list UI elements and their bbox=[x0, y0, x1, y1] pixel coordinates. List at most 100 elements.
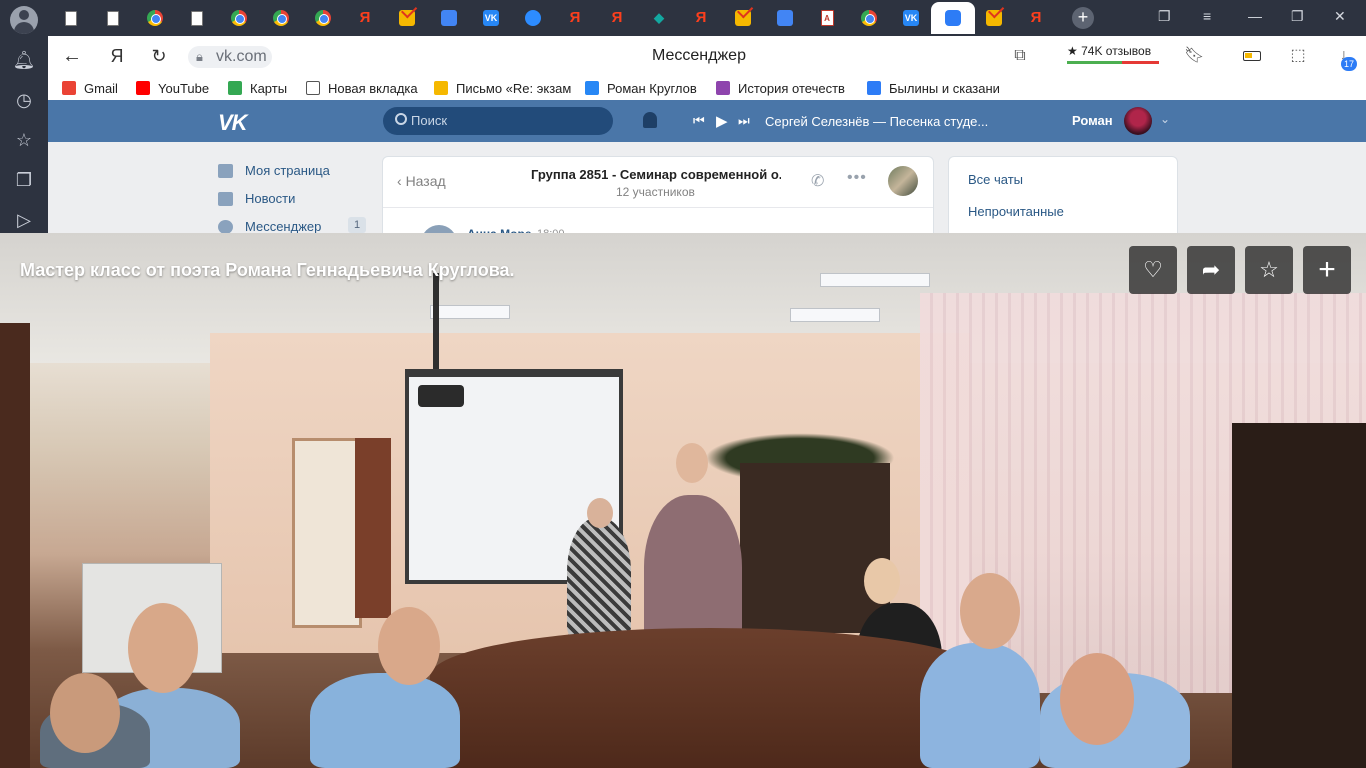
copy-icon[interactable]: ⧉ bbox=[1010, 46, 1030, 66]
more-options-icon[interactable]: ••• bbox=[847, 169, 867, 187]
vk-logo[interactable]: VK bbox=[218, 110, 248, 136]
browser-tab[interactable] bbox=[183, 4, 211, 32]
filter-all-chats[interactable]: Все чаты bbox=[968, 172, 1023, 187]
photo-cabinet bbox=[1232, 423, 1366, 768]
bell-icon[interactable]: 🔔︎ bbox=[12, 48, 36, 72]
browser-tab[interactable]: A bbox=[813, 4, 841, 32]
back-button[interactable]: ‹ Назад bbox=[397, 173, 446, 189]
share-button[interactable]: ➦ bbox=[1187, 246, 1235, 294]
favorite-button[interactable]: ☆ bbox=[1245, 246, 1293, 294]
bookmark-label: Новая вкладка bbox=[328, 80, 418, 96]
chevron-down-icon[interactable]: ⌄ bbox=[1160, 112, 1170, 126]
downloads-count-badge: 17 bbox=[1341, 57, 1357, 71]
browser-tab[interactable] bbox=[267, 4, 295, 32]
browser-tab[interactable]: Я bbox=[561, 4, 589, 32]
browser-tab[interactable]: ◆ bbox=[645, 4, 673, 32]
browser-tab[interactable]: VK bbox=[477, 4, 505, 32]
notifications-icon[interactable] bbox=[643, 112, 657, 128]
bookmark-favicon-icon bbox=[228, 81, 242, 95]
menu-item-messenger[interactable]: Мессенджер bbox=[218, 219, 321, 234]
bookmark-icon[interactable]: 🔖︎ bbox=[1184, 46, 1204, 66]
chevron-left-icon: ‹ bbox=[397, 173, 406, 189]
bookmark-item[interactable]: Письмо «Re: экзам bbox=[434, 80, 576, 96]
menu-item-my-page[interactable]: Моя страница bbox=[218, 163, 330, 178]
profile-avatar[interactable] bbox=[10, 6, 38, 34]
current-track[interactable]: Сергей Селезнёв — Песенка студе... bbox=[765, 114, 988, 129]
bookmark-item[interactable]: Роман Круглов bbox=[585, 80, 707, 96]
battery-icon[interactable] bbox=[1243, 51, 1261, 61]
bookmark-item[interactable]: История отечеств bbox=[716, 80, 858, 96]
restore-icon[interactable]: ❐ bbox=[1291, 8, 1304, 25]
bookmarks-icon[interactable]: ☆ bbox=[12, 128, 36, 152]
photo-person-head bbox=[50, 673, 120, 753]
browser-tab[interactable] bbox=[980, 4, 1008, 32]
browser-tab[interactable] bbox=[393, 4, 421, 32]
next-track-icon[interactable]: ⏭ bbox=[738, 113, 750, 129]
bookmark-item[interactable]: Карты bbox=[228, 80, 300, 96]
tab-favicon-mail-icon bbox=[735, 10, 751, 26]
like-button[interactable]: ♡ bbox=[1129, 246, 1177, 294]
menu-icon[interactable]: ≡ bbox=[1203, 8, 1211, 24]
browser-tab[interactable]: Я bbox=[603, 4, 631, 32]
bookmark-item[interactable]: Новая вкладка bbox=[306, 80, 426, 96]
new-tab-button[interactable]: + bbox=[1072, 7, 1094, 29]
photo-left-wall bbox=[0, 323, 30, 768]
video-icon[interactable]: ▷ bbox=[12, 208, 36, 232]
bookmark-item[interactable]: Gmail bbox=[62, 80, 128, 96]
browser-tab[interactable] bbox=[729, 4, 757, 32]
lock-icon: 🔒︎ bbox=[196, 49, 203, 64]
photo-ceiling-light bbox=[820, 273, 930, 287]
prev-track-icon[interactable]: ⏮ bbox=[693, 113, 705, 129]
tab-favicon-mail-icon bbox=[986, 10, 1002, 26]
browser-tab[interactable] bbox=[855, 4, 883, 32]
phone-icon[interactable]: ✆ bbox=[811, 171, 824, 191]
user-avatar[interactable] bbox=[1124, 107, 1152, 135]
browser-tab[interactable] bbox=[57, 4, 85, 32]
chat-avatar[interactable] bbox=[888, 166, 918, 196]
collections-icon[interactable]: ❐ bbox=[12, 168, 36, 192]
browser-tab[interactable] bbox=[519, 4, 547, 32]
menu-item-news[interactable]: Новости bbox=[218, 191, 295, 206]
photo-person-head bbox=[128, 603, 198, 693]
extensions-icon[interactable]: ⬚ bbox=[1288, 46, 1308, 66]
filter-unread[interactable]: Непрочитанные bbox=[968, 204, 1064, 219]
browser-tab[interactable]: Я bbox=[351, 4, 379, 32]
browser-tab[interactable] bbox=[141, 4, 169, 32]
bookmark-label: Письмо «Re: экзам bbox=[456, 80, 572, 96]
history-icon[interactable]: ◷ bbox=[12, 88, 36, 112]
browser-tab[interactable]: Я bbox=[1022, 4, 1050, 32]
browser-tab[interactable] bbox=[931, 2, 975, 34]
photo-glass-cabinet bbox=[740, 463, 890, 633]
reload-icon[interactable]: ↻ bbox=[147, 44, 171, 68]
bookmark-favicon-icon bbox=[434, 81, 448, 95]
page-title: Мессенджер bbox=[652, 47, 746, 64]
browser-tab[interactable] bbox=[225, 4, 253, 32]
browser-tab[interactable] bbox=[309, 4, 337, 32]
search-placeholder: Поиск bbox=[411, 113, 448, 128]
url-text[interactable]: vk.com bbox=[216, 48, 267, 66]
browser-tab[interactable]: Я bbox=[687, 4, 715, 32]
search-icon bbox=[395, 113, 407, 125]
play-icon[interactable]: ▶ bbox=[716, 112, 728, 130]
add-button[interactable]: + bbox=[1303, 246, 1351, 294]
bookmark-item[interactable]: Былины и сказани bbox=[867, 80, 1003, 96]
browser-tab[interactable] bbox=[771, 4, 799, 32]
yandex-button[interactable]: Я bbox=[105, 44, 129, 68]
chat-members-count[interactable]: 12 участников bbox=[616, 185, 695, 199]
tabs-overview-icon[interactable]: ❐ bbox=[1158, 8, 1171, 25]
minimize-icon[interactable]: — bbox=[1248, 8, 1262, 24]
close-window-icon[interactable]: ✕ bbox=[1334, 8, 1346, 25]
bookmarks-bar: Gmail YouTube Карты Новая вкладка Письмо «Re… bbox=[48, 76, 1366, 100]
user-name[interactable]: Роман bbox=[1072, 113, 1113, 128]
reviews-badge[interactable]: ★ 74K отзывов bbox=[1067, 44, 1151, 58]
browser-tab[interactable] bbox=[99, 4, 127, 32]
browser-tab[interactable] bbox=[435, 4, 463, 32]
back-arrow-icon[interactable]: ← bbox=[60, 44, 84, 68]
chat-panel: ‹ Назад Группа 2851 - Семинар современно… bbox=[382, 156, 934, 243]
chat-title[interactable]: Группа 2851 - Семинар современной о... bbox=[531, 167, 781, 182]
bookmark-item[interactable]: YouTube bbox=[136, 80, 218, 96]
photo-ceiling-light bbox=[790, 308, 880, 322]
browser-tab[interactable]: VK bbox=[897, 4, 925, 32]
address-bar: ← Я ↻ 🔒︎ vk.com Мессенджер ⧉ ★ 74K отзыв… bbox=[48, 36, 1366, 76]
menu-label: Мессенджер bbox=[245, 219, 322, 234]
